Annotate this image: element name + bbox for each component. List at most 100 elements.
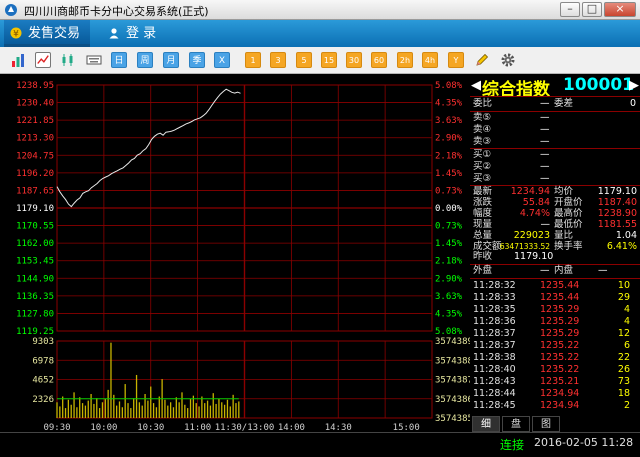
hour-4-button[interactable]: 4h <box>422 52 438 68</box>
tick-volume: 10 <box>617 280 630 291</box>
tick-price: 1234.94 <box>540 388 580 399</box>
tick-row: 11:28:36 1235.29 4 <box>470 316 640 328</box>
price-tick-label: 1153.45 <box>16 257 54 267</box>
ask-label: 卖③ <box>473 136 492 147</box>
tick-time: 11:28:45 <box>473 400 516 411</box>
pct-tick-label: 4.35% <box>435 309 463 319</box>
intraday-chart[interactable]: 1238.95 1230.40 1221.85 1213.30 1204.75 1196.… <box>0 75 470 433</box>
minute-5-button[interactable]: 5 <box>296 52 312 68</box>
pct-tick-label: 2.90% <box>435 134 463 144</box>
tick-time: 11:28:43 <box>473 376 516 387</box>
pct-tick-label: 1.45% <box>435 239 463 249</box>
pencil-icon[interactable] <box>474 52 490 68</box>
price-tick-label: 1213.30 <box>16 134 54 144</box>
neipan-value: — <box>598 265 608 276</box>
tick-volume: 26 <box>617 364 630 375</box>
prev-instrument-icon[interactable]: ◀ <box>471 78 481 93</box>
waipan-label: 外盘 <box>473 265 493 276</box>
ask-label: 卖④ <box>473 124 492 135</box>
tick-volume: 4 <box>623 316 630 327</box>
svg-text:¥: ¥ <box>13 30 19 40</box>
minimize-button[interactable]: – <box>560 2 580 17</box>
ask-row: 卖⑤ — <box>470 112 640 124</box>
keyboard-icon[interactable] <box>86 52 102 68</box>
minute-3-button[interactable]: 3 <box>270 52 286 68</box>
tick-volume: 2 <box>623 400 630 411</box>
volume-tick-label: 4652 <box>32 376 54 386</box>
neipan-label: 内盘 <box>554 265 574 276</box>
amount-tick-label: 3574387 <box>435 376 470 386</box>
yen-icon: ¥ <box>10 27 22 39</box>
tick-volume: 18 <box>617 388 630 399</box>
tick-volume: 4 <box>623 304 630 315</box>
maximize-button[interactable]: □ <box>582 2 602 17</box>
pct-tick-label: 2.18% <box>435 257 463 267</box>
window-titlebar: 四川川商邮币卡分中心交易系统(正式) – □ × <box>0 0 640 20</box>
bid-row: 买① — <box>470 149 640 161</box>
status-bar: 连接 2016-02-05 11:28 <box>0 432 640 457</box>
tab-login[interactable]: 登 录 <box>102 20 172 47</box>
pct-tick-label: 0.73% <box>435 186 463 196</box>
tick-row: 11:28:37 1235.29 12 <box>470 328 640 340</box>
candle-chart-icon[interactable] <box>60 52 76 68</box>
pct-tick-label: 0.73% <box>435 222 463 232</box>
minute-30-button[interactable]: 30 <box>346 52 362 68</box>
tick-time: 11:28:37 <box>473 340 516 351</box>
pct-tick-label: 5.08% <box>435 327 463 337</box>
app-logo-icon <box>5 4 17 16</box>
tick-volume: 29 <box>617 292 630 303</box>
period-month-button[interactable]: 月 <box>163 52 179 68</box>
tick-row: 11:28:44 1234.94 18 <box>470 388 640 400</box>
period-quarter-button[interactable]: 季 <box>189 52 205 68</box>
close-button[interactable]: × <box>604 2 636 17</box>
minute-15-button[interactable]: 15 <box>321 52 337 68</box>
pct-tick-label: 0.00% <box>435 204 463 214</box>
price-line <box>56 88 241 208</box>
tick-price: 1235.22 <box>540 352 580 363</box>
amount-tick-label: 3574385 <box>435 414 470 424</box>
hour-2-button[interactable]: 2h <box>397 52 413 68</box>
period-week-button[interactable]: 周 <box>137 52 153 68</box>
period-day-button[interactable]: 日 <box>111 52 127 68</box>
price-tick-label: 1119.25 <box>16 327 54 337</box>
tick-time: 11:28:44 <box>473 388 516 399</box>
year-button[interactable]: Y <box>448 52 464 68</box>
price-tick-label: 1136.35 <box>16 292 54 302</box>
status-datetime: 2016-02-05 11:28 <box>534 436 634 449</box>
tab-detail[interactable]: 细 <box>472 416 500 432</box>
quote-panel: ◀ 综合指数 100001 ▶ 委比 — 委差 0 卖⑤ — 卖④ — 卖③ — 买① — 买… <box>470 75 640 435</box>
bid-label: 买② <box>473 161 492 172</box>
price-tick-label: 1221.85 <box>16 116 54 126</box>
ask-row: 卖③ — <box>470 136 640 148</box>
minute-60-button[interactable]: 60 <box>371 52 387 68</box>
price-tick-label: 1127.80 <box>16 309 54 319</box>
price-tick-label: 1204.75 <box>16 151 54 161</box>
tick-time: 11:28:35 <box>473 304 516 315</box>
bid-row: 买③ — <box>470 173 640 185</box>
pct-tick-label: 3.63% <box>435 116 463 126</box>
amount-tick-label: 3574386 <box>435 395 470 405</box>
tick-row: 11:28:43 1235.21 73 <box>470 376 640 388</box>
minute-1-button[interactable]: 1 <box>245 52 261 68</box>
bid-row: 买② — <box>470 161 640 173</box>
tick-volume: 6 <box>623 340 630 351</box>
period-x-button[interactable]: X <box>214 52 230 68</box>
tab-chart[interactable]: 图 <box>532 416 560 432</box>
tick-price: 1234.94 <box>540 400 580 411</box>
tab-orderbook[interactable]: 盘 <box>502 416 530 432</box>
gear-icon[interactable] <box>500 52 516 68</box>
next-instrument-icon[interactable]: ▶ <box>629 78 639 93</box>
price-tick-label: 1187.65 <box>16 186 54 196</box>
price-tick-label: 1162.00 <box>16 239 54 249</box>
weibi-row: 委比 — 委差 0 <box>470 98 640 110</box>
line-chart-icon[interactable] <box>35 52 51 68</box>
user-icon <box>109 28 119 39</box>
tab-sale-trade[interactable]: ¥ 发售交易 <box>4 20 90 47</box>
pct-tick-label: 2.18% <box>435 151 463 161</box>
instrument-code: 100001 <box>563 75 634 95</box>
bid-price: — <box>540 161 550 172</box>
bar-chart-icon[interactable] <box>10 52 26 68</box>
zuoshou-label: 昨收 <box>473 251 493 262</box>
connection-status: 连接 <box>500 438 525 452</box>
price-tick-label: 1196.20 <box>16 169 54 179</box>
